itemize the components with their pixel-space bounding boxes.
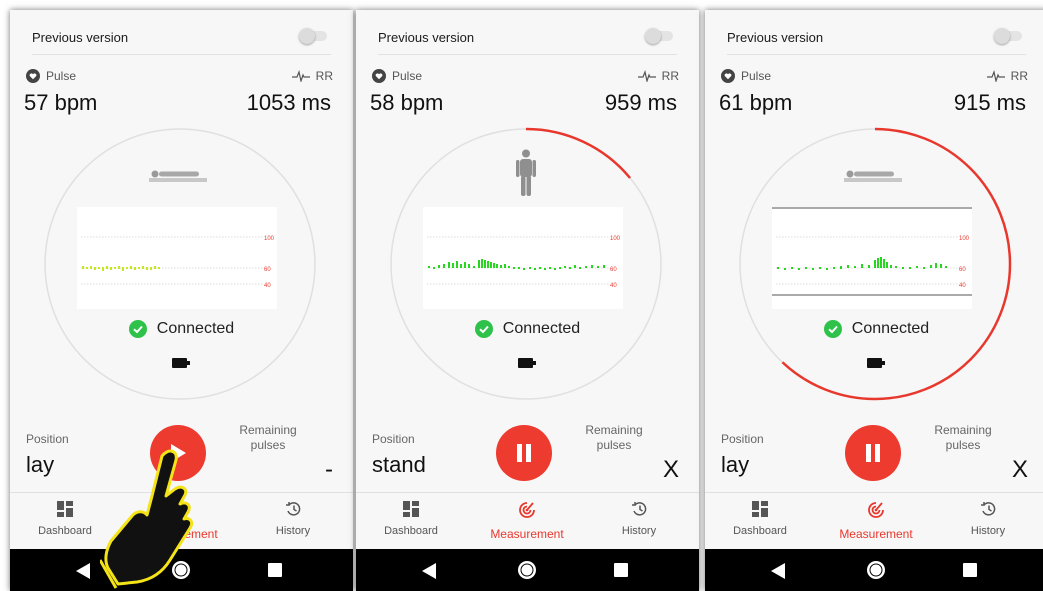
pulse-value: 61 bpm — [719, 90, 793, 115]
nav-measurement[interactable]: Measurement — [826, 501, 926, 541]
back-icon[interactable] — [76, 563, 90, 579]
bottom-navigation: Dashboard Measurement History — [705, 492, 1043, 548]
measurement-radar-icon — [868, 502, 884, 518]
pause-measurement-button[interactable] — [496, 425, 552, 481]
home-icon[interactable] — [866, 560, 886, 580]
remaining-pulses-value: - — [325, 456, 333, 483]
remaining-pulses-value: X — [1011, 456, 1028, 483]
remaining-pulses-value: X — [662, 456, 679, 483]
history-icon — [980, 502, 995, 516]
measurement-radar-icon — [519, 502, 535, 518]
nav-history[interactable]: History — [589, 501, 689, 537]
heartbeat-line-icon — [291, 70, 310, 82]
nav-dashboard[interactable]: Dashboard — [710, 501, 810, 537]
home-icon[interactable] — [517, 560, 537, 580]
tick-label: 60 — [610, 267, 617, 273]
previous-version-row: Previous version — [378, 25, 677, 55]
previous-version-toggle[interactable] — [299, 28, 329, 44]
heartbeat-line-icon — [986, 70, 1005, 82]
heart-icon — [26, 69, 40, 83]
rr-label: RR — [637, 69, 679, 83]
back-icon[interactable] — [422, 563, 436, 579]
tick-label: 40 — [264, 283, 271, 289]
tap-hand-icon — [100, 449, 194, 589]
tick-label: 40 — [610, 283, 617, 289]
position-value: stand — [372, 452, 426, 477]
connection-status: Connected — [705, 320, 1043, 338]
battery-icon — [867, 358, 885, 368]
heartbeat-line-icon — [637, 70, 656, 82]
dashboard-icon — [403, 501, 419, 517]
battery-icon — [172, 358, 190, 368]
connection-status: Connected — [356, 320, 699, 338]
recent-apps-icon[interactable] — [963, 563, 977, 577]
tick-label: 60 — [264, 267, 271, 273]
tick-label: 40 — [959, 283, 966, 289]
previous-version-row: Previous version — [727, 25, 1026, 55]
pulse-label: Pulse — [26, 69, 76, 83]
check-circle-icon — [474, 320, 493, 338]
recent-apps-icon[interactable] — [614, 563, 628, 577]
nav-measurement[interactable]: Measurement — [477, 501, 577, 541]
tick-label: 100 — [959, 236, 970, 242]
check-circle-icon — [823, 320, 842, 338]
position-label: Position — [26, 432, 69, 446]
pause-icon — [866, 444, 880, 462]
position-value: lay — [26, 452, 55, 477]
position-label: Position — [372, 432, 415, 446]
history-icon — [631, 502, 646, 516]
rr-mini-chart: 100 60 40 — [77, 207, 277, 309]
pulse-value: 58 bpm — [370, 90, 444, 115]
phone-screen-2: Previous version Pulse RR 58 bpm 959 ms — [356, 10, 699, 591]
heart-icon — [721, 69, 735, 83]
back-icon[interactable] — [771, 563, 785, 579]
dashboard-icon — [752, 501, 768, 517]
pulse-value: 57 bpm — [24, 90, 98, 115]
remaining-pulses-label: Remaining pulses — [585, 423, 643, 452]
rr-mini-chart: 100 60 40 — [423, 207, 623, 309]
position-value: lay — [721, 452, 750, 477]
rr-mini-chart: 100 60 40 — [772, 207, 972, 309]
pause-measurement-button[interactable] — [845, 425, 901, 481]
dashboard-icon — [57, 501, 73, 517]
system-navigation-bar — [705, 549, 1043, 591]
recent-apps-icon[interactable] — [268, 563, 282, 577]
rr-value: 1053 ms — [246, 90, 331, 115]
nav-history[interactable]: History — [938, 501, 1038, 537]
position-label: Position — [721, 432, 764, 446]
pulse-label: Pulse — [721, 69, 771, 83]
nav-history[interactable]: History — [243, 501, 343, 537]
standing-person-icon — [516, 149, 536, 196]
rr-value: 915 ms — [953, 90, 1026, 115]
previous-version-toggle[interactable] — [994, 28, 1024, 44]
previous-version-toggle[interactable] — [645, 28, 675, 44]
pulse-label: Pulse — [372, 69, 422, 83]
check-circle-icon — [128, 320, 147, 338]
system-navigation-bar — [356, 549, 699, 591]
nav-dashboard[interactable]: Dashboard — [361, 501, 461, 537]
phone-screen-1: Previous version Pulse RR 57 bpm 1053 ms — [10, 10, 353, 591]
rr-label: RR — [986, 69, 1028, 83]
previous-version-label: Previous version — [378, 30, 475, 45]
previous-version-label: Previous version — [32, 30, 129, 45]
heart-icon — [372, 69, 386, 83]
connection-status: Connected — [10, 320, 353, 338]
tick-label: 60 — [959, 267, 966, 273]
rr-label: RR — [291, 69, 333, 83]
rr-value: 959 ms — [604, 90, 677, 115]
bottom-navigation: Dashboard Measurement History — [356, 492, 699, 548]
phone-screen-3: Previous version Pulse RR 61 bpm 915 ms — [705, 10, 1043, 591]
battery-icon — [518, 358, 536, 368]
lying-person-icon — [844, 170, 902, 182]
previous-version-label: Previous version — [727, 30, 824, 45]
tick-label: 100 — [610, 236, 621, 242]
remaining-pulses-label: Remaining pulses — [934, 423, 992, 452]
lying-person-icon — [149, 170, 207, 182]
pause-icon — [517, 444, 531, 462]
history-icon — [285, 502, 300, 516]
remaining-pulses-label: Remaining pulses — [239, 423, 297, 452]
previous-version-row: Previous version — [32, 25, 331, 55]
tick-label: 100 — [264, 236, 275, 242]
